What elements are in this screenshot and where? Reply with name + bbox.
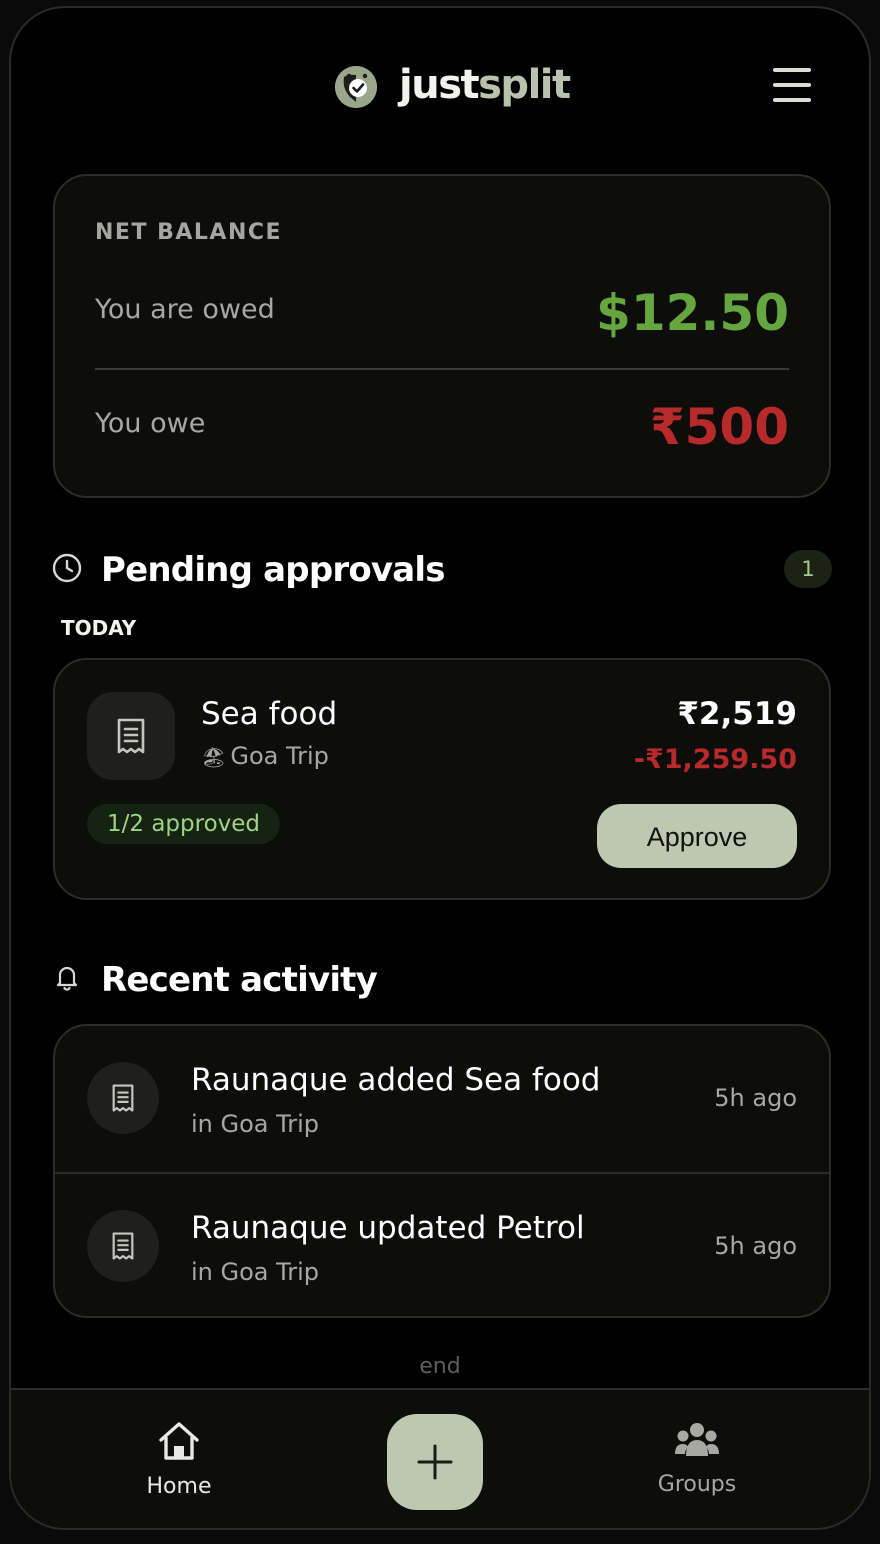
app-frame: justsplit NET BALANCE You are owed $12.5… [9,6,871,1530]
expense-share: -₹1,259.50 [633,744,797,775]
brand-part-just: just [399,62,480,108]
expense-group: 🏖 Goa Trip [201,742,329,770]
bell-icon [56,966,78,991]
list-end-label: end [419,1354,461,1379]
home-icon [159,1422,199,1460]
pending-approvals-title: Pending approvals [101,550,446,590]
check-face-icon [335,66,377,108]
expense-title: Sea food [201,696,338,732]
pending-count-badge: 1 [784,550,832,588]
recent-activity-list: Raunaque added Sea food in Goa Trip 5h a… [53,1024,831,1318]
receipt-icon [87,1210,159,1282]
expense-amount: ₹2,519 [677,696,797,732]
today-label: TODAY [61,616,137,640]
clock-icon [52,553,82,583]
activity-item[interactable]: Raunaque updated Petrol in Goa Trip 5h a… [55,1172,829,1316]
beach-umbrella-icon: 🏖 [201,745,227,769]
activity-title: Raunaque added Sea food [191,1062,601,1098]
receipt-icon [87,692,175,780]
nav-groups-label: Groups [657,1472,737,1497]
approval-status-badge: 1/2 approved [87,804,281,844]
activity-time: 5h ago [714,1084,797,1112]
activity-time: 5h ago [714,1232,797,1260]
brand-part-split: split [478,62,571,108]
bottom-nav: Home Groups [11,1388,869,1528]
add-expense-button[interactable] [387,1414,483,1510]
activity-subtitle: in Goa Trip [191,1258,320,1286]
net-balance-card: NET BALANCE You are owed $12.50 You owe … [53,174,831,498]
groups-icon [675,1423,719,1456]
receipt-icon [87,1062,159,1134]
balance-divider [95,368,789,370]
hamburger-menu-icon[interactable] [773,68,811,104]
nav-home[interactable]: Home [129,1420,229,1499]
activity-item[interactable]: Raunaque added Sea food in Goa Trip 5h a… [55,1026,829,1171]
nav-groups[interactable]: Groups [647,1420,747,1497]
you-are-owed-label: You are owed [95,294,275,325]
net-balance-label: NET BALANCE [95,220,283,245]
activity-title: Raunaque updated Petrol [191,1210,585,1246]
recent-activity-title: Recent activity [101,960,378,1000]
you-owe-label: You owe [95,408,206,439]
brand-logo[interactable]: justsplit [399,62,571,108]
owe-amount: ₹500 [649,398,789,456]
pending-approval-card[interactable]: Sea food 🏖 Goa Trip ₹2,519 -₹1,259.50 1/2… [53,658,831,900]
activity-subtitle: in Goa Trip [191,1110,320,1138]
nav-home-label: Home [146,1474,212,1499]
app-header: justsplit [11,8,869,168]
approve-button[interactable]: Approve [597,804,797,868]
owed-amount: $12.50 [596,284,789,342]
plus-icon [417,1444,453,1480]
expense-group-name: Goa Trip [230,742,329,770]
